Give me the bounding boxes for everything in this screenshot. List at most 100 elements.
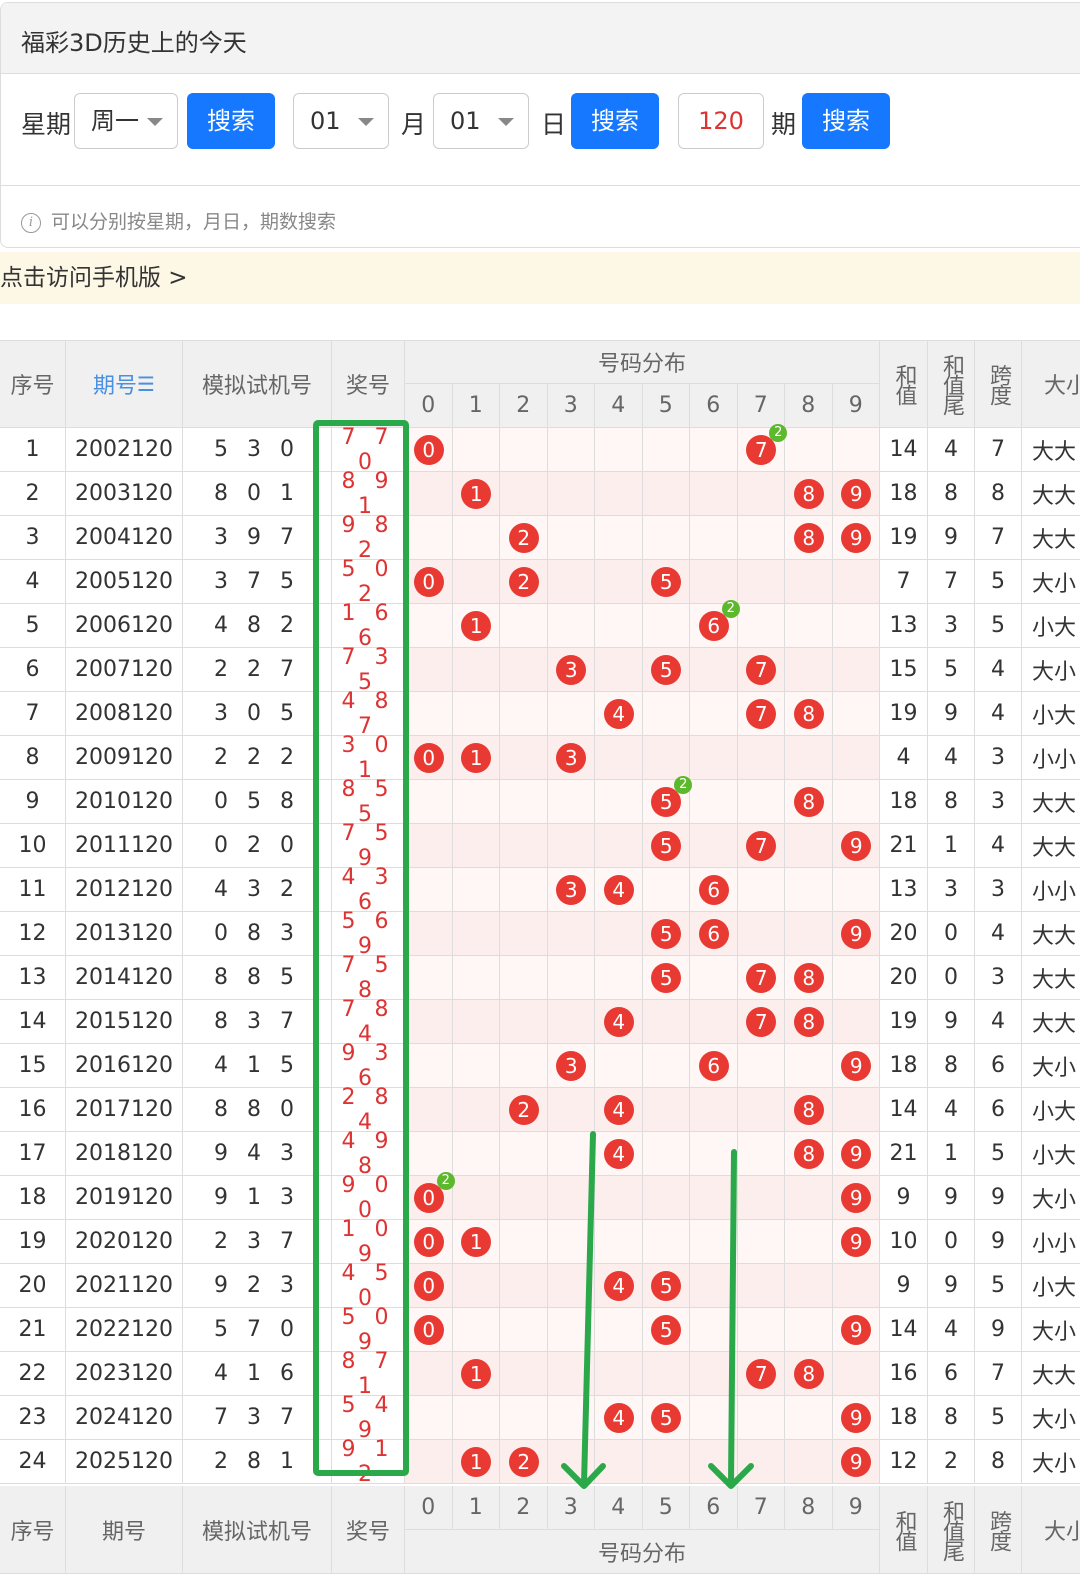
number-ball: 6 [698, 1051, 729, 1081]
day-select[interactable]: 01 [433, 93, 529, 149]
header-digit: 9 [832, 1486, 880, 1530]
dist-cell [690, 1396, 738, 1440]
search-date-button[interactable]: 搜索 [571, 93, 659, 149]
dist-cell [737, 604, 785, 648]
header-digit: 2 [500, 384, 548, 428]
row-seq: 12 [0, 912, 66, 956]
dist-cell [547, 780, 595, 824]
header-sim: 模拟试机号 [183, 340, 332, 428]
row-size: 大大 [1022, 1000, 1080, 1044]
row-sum-tail: 1 [928, 824, 975, 868]
dist-cell [595, 1044, 643, 1088]
panel-header: 福彩3D历史上的今天 [1, 3, 1080, 74]
header-issue[interactable]: 期号 ☰ [66, 340, 183, 428]
dist-cell [785, 604, 833, 648]
dist-cell [642, 1044, 690, 1088]
table-border [0, 340, 1080, 341]
dist-cell [785, 1440, 833, 1484]
week-select-value: 周一 [91, 107, 139, 135]
header-seq: 序号 [0, 1486, 66, 1574]
row-sum-tail: 8 [928, 1044, 975, 1088]
number-ball: 0 [413, 567, 444, 597]
dist-cell [500, 912, 548, 956]
header-sum: 和值 [880, 340, 928, 428]
month-select[interactable]: 01 [293, 93, 389, 149]
row-sim: 9 1 3 [183, 1176, 332, 1220]
row-size: 小小 [1022, 736, 1080, 780]
search-week-button[interactable]: 搜索 [187, 93, 275, 149]
row-size: 大大 [1022, 472, 1080, 516]
row-sum-tail: 0 [928, 956, 975, 1000]
repeat-count-badge: 2 [721, 600, 740, 618]
mobile-version-link[interactable]: 点击访问手机版 > [0, 252, 1080, 304]
row-issue: 2022120 [66, 1308, 183, 1352]
header-issue: 期号 [66, 1486, 183, 1574]
row-sum-tail: 4 [928, 1088, 975, 1132]
dist-cell [642, 1132, 690, 1176]
dist-cell [405, 692, 453, 736]
row-seq: 9 [0, 780, 66, 824]
dist-cell [690, 1352, 738, 1396]
row-size: 大大 [1022, 516, 1080, 560]
dist-cell [832, 868, 880, 912]
row-span: 3 [975, 780, 1022, 824]
dist-cell [832, 1088, 880, 1132]
search-tip: i 可以分别按星期，月日，期数搜索 [21, 207, 336, 234]
number-ball: 2 [508, 567, 539, 597]
row-issue: 2003120 [66, 472, 183, 516]
dist-cell [547, 472, 595, 516]
dist-cell [452, 516, 500, 560]
search-period-button[interactable]: 搜索 [802, 93, 890, 149]
week-select[interactable]: 周一 [74, 93, 178, 149]
dist-cell [737, 780, 785, 824]
row-prize: 1 0 9 [332, 1217, 405, 1267]
dist-cell [737, 1176, 785, 1220]
row-sim: 2 2 2 [183, 736, 332, 780]
dist-cell [690, 1132, 738, 1176]
header-digit: 1 [452, 1486, 500, 1530]
row-seq: 4 [0, 560, 66, 604]
dist-cell [547, 1264, 595, 1308]
row-sum-tail: 0 [928, 912, 975, 956]
row-span: 6 [975, 1088, 1022, 1132]
dist-cell [642, 472, 690, 516]
row-sum-tail: 8 [928, 472, 975, 516]
row-seq: 5 [0, 604, 66, 648]
row-seq: 24 [0, 1440, 66, 1484]
header-size: 大小 [1022, 1486, 1080, 1574]
dist-cell [690, 428, 738, 472]
dist-cell [785, 868, 833, 912]
row-sum-tail: 4 [928, 428, 975, 472]
row-issue: 2004120 [66, 516, 183, 560]
number-ball: 4 [603, 875, 634, 905]
dist-cell [405, 912, 453, 956]
dist-cell [452, 1264, 500, 1308]
sort-icon[interactable]: ☰ [137, 372, 155, 396]
day-label: 日 [541, 110, 567, 139]
dist-cell [547, 1176, 595, 1220]
dist-cell [452, 1396, 500, 1440]
header-digit: 3 [547, 384, 595, 428]
header-seq: 序号 [0, 340, 66, 428]
row-sim: 3 9 7 [183, 516, 332, 560]
dist-cell [452, 1308, 500, 1352]
row-sum-tail: 4 [928, 736, 975, 780]
dist-cell [405, 472, 453, 516]
header-digit: 9 [832, 384, 880, 428]
dist-cell [785, 824, 833, 868]
row-seq: 15 [0, 1044, 66, 1088]
header-digit: 6 [690, 384, 738, 428]
dist-cell [547, 1440, 595, 1484]
row-prize: 2 8 4 [332, 1085, 405, 1135]
row-issue: 2016120 [66, 1044, 183, 1088]
row-issue: 2006120 [66, 604, 183, 648]
number-ball: 6 [698, 875, 729, 905]
row-issue: 2015120 [66, 1000, 183, 1044]
row-span: 9 [975, 1308, 1022, 1352]
dist-cell [785, 1220, 833, 1264]
row-sum: 12 [880, 1440, 928, 1484]
period-input[interactable]: 120 [678, 93, 764, 149]
row-sum-tail: 0 [928, 1220, 975, 1264]
row-sum: 14 [880, 428, 928, 472]
row-prize: 1 6 6 [332, 601, 405, 651]
